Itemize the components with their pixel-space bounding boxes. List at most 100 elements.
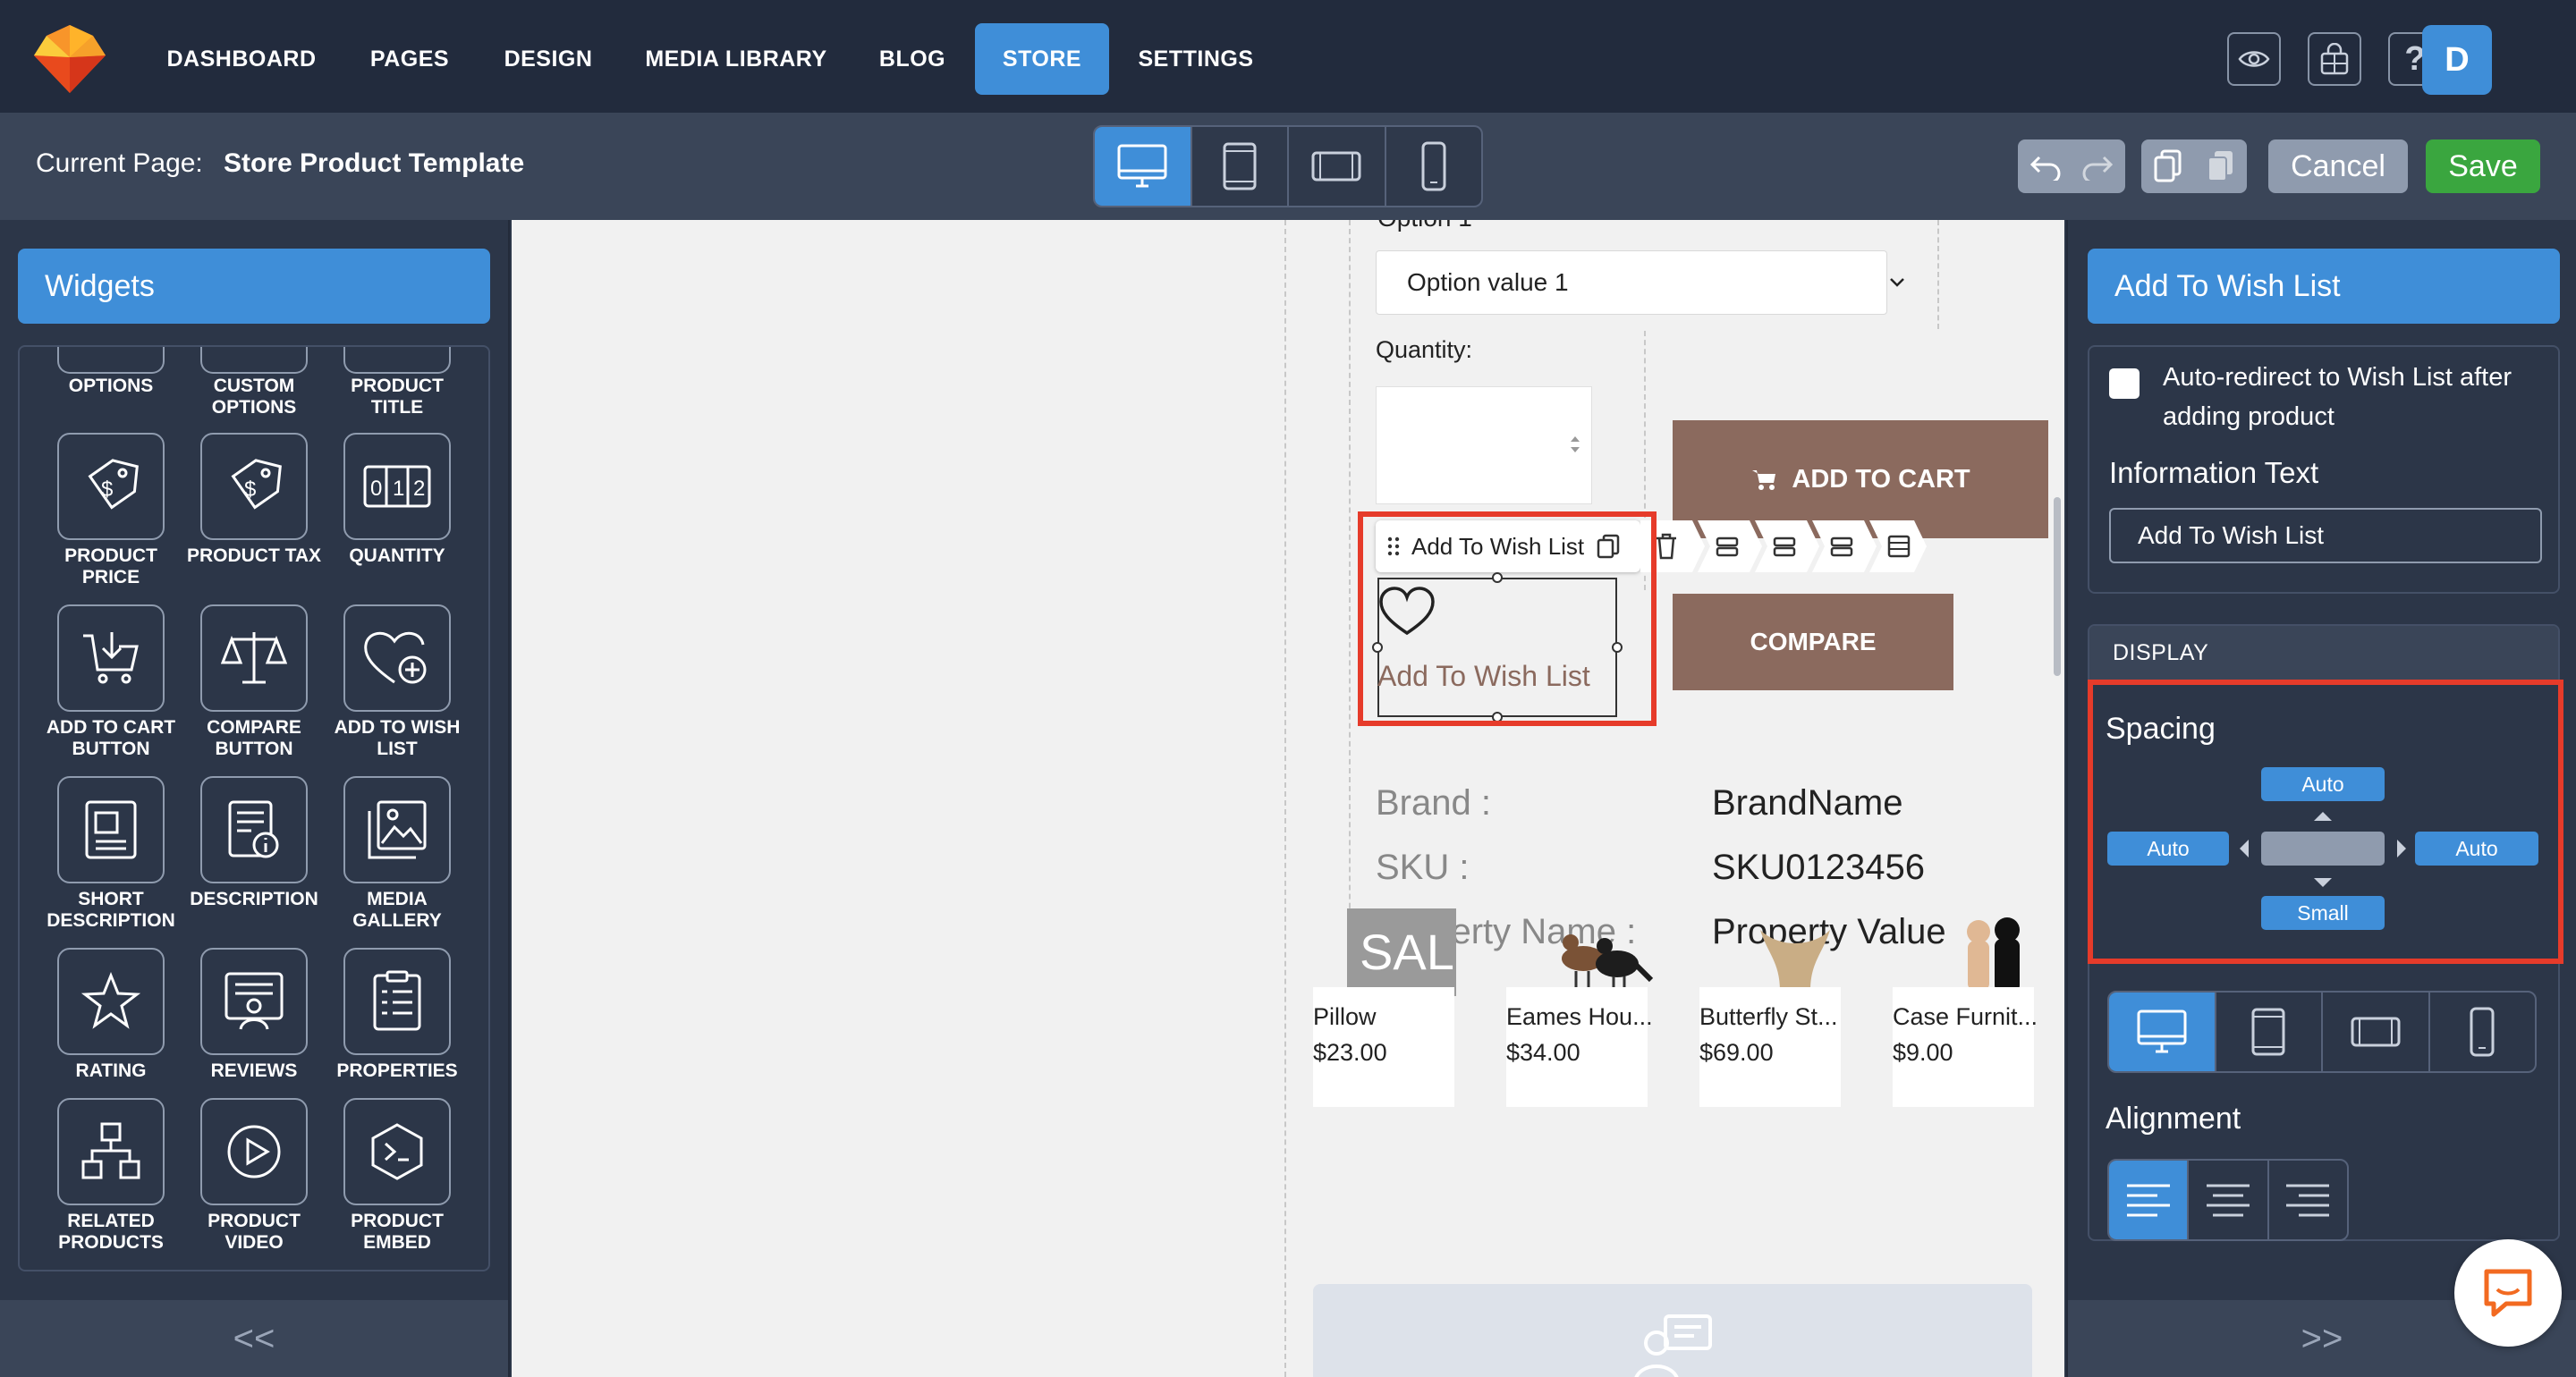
widget-settings-section: Auto-redirect to Wish List after adding … xyxy=(2088,345,2560,594)
compare-button[interactable]: COMPARE xyxy=(1673,594,1953,690)
widget-reviews[interactable]: REVIEWS xyxy=(182,948,326,1082)
desktop-icon xyxy=(1117,144,1167,188)
spacing-highlight xyxy=(2088,680,2563,964)
widget-properties[interactable]: PROPERTIES xyxy=(325,948,470,1082)
align-left-button[interactable] xyxy=(2109,1161,2190,1239)
tax-tag-icon: $ xyxy=(231,459,282,510)
widget-related-products[interactable]: RELATED PRODUCTS xyxy=(38,1098,183,1254)
nav-store[interactable]: STORE xyxy=(975,23,1109,95)
cart-icon xyxy=(1752,470,1776,490)
widget-custom-options[interactable]: CUSTOM OPTIONS xyxy=(182,370,326,418)
auto-redirect-checkbox[interactable] xyxy=(2109,368,2140,399)
widget-product-price[interactable]: $ PRODUCT PRICE xyxy=(38,433,183,588)
widget-product-title[interactable]: PRODUCT TITLE xyxy=(325,370,470,418)
widget-options[interactable]: OPTIONS xyxy=(38,370,183,397)
current-page-name[interactable]: Store Product Template xyxy=(224,148,524,179)
nav-dashboard[interactable]: DASHBOARD xyxy=(161,23,322,95)
document-icon xyxy=(85,800,137,859)
widget-label: PRODUCT TITLE xyxy=(351,376,444,418)
copy-icon[interactable] xyxy=(2141,149,2194,183)
review-placeholder-icon xyxy=(1634,1314,1712,1377)
nav-media-library[interactable]: MEDIA LIBRARY xyxy=(637,23,835,95)
alignment-group xyxy=(2107,1159,2349,1241)
display-device-mobile-button[interactable] xyxy=(2430,993,2536,1071)
quantity-input[interactable] xyxy=(1376,386,1592,504)
widget-product-video[interactable]: PRODUCT VIDEO xyxy=(182,1098,326,1254)
nav-blog[interactable]: BLOG xyxy=(864,23,961,95)
widget-compare-button[interactable]: COMPARE BUTTON xyxy=(182,604,326,760)
stepper-arrows-icon[interactable] xyxy=(1568,432,1582,457)
product-name[interactable]: Case Furnit... xyxy=(1893,1003,2039,1031)
properties-panel-title: Add To Wish List xyxy=(2088,249,2560,324)
page-canvas[interactable]: Option 1 Option value 1 Quantity: ADD TO… xyxy=(512,220,2064,1377)
widget-quantity[interactable]: 012 QUANTITY xyxy=(325,433,470,567)
app-logo[interactable] xyxy=(30,21,109,97)
product-price: $69.00 xyxy=(1699,1039,1774,1066)
column-guide xyxy=(1937,220,1939,329)
product-name[interactable]: Butterfly St... xyxy=(1699,1003,1846,1031)
auto-redirect-label[interactable]: Auto-redirect to Wish List after adding … xyxy=(2163,358,2547,436)
spacing-bottom-icon[interactable] xyxy=(1830,535,1853,558)
chevron-down-icon xyxy=(1890,278,1904,287)
widget-media-gallery[interactable]: MEDIA GALLERY xyxy=(325,776,470,932)
chat-support-button[interactable] xyxy=(2454,1239,2562,1347)
svg-text:$: $ xyxy=(101,477,113,502)
nav-pages[interactable]: PAGES xyxy=(356,23,463,95)
undo-redo-group xyxy=(2018,139,2125,193)
collapse-left-panel-button[interactable]: << xyxy=(0,1300,508,1377)
display-device-switcher xyxy=(2107,991,2537,1073)
device-tablet-portrait-button[interactable] xyxy=(1192,127,1289,206)
information-text-input[interactable]: Add To Wish List xyxy=(2109,508,2542,563)
sale-banner-text: SAL xyxy=(1347,908,1456,996)
widget-rating[interactable]: RATING xyxy=(38,948,183,1082)
spacing-top-icon[interactable] xyxy=(1716,535,1739,558)
display-device-tablet-landscape-button[interactable] xyxy=(2323,993,2430,1071)
align-right-button[interactable] xyxy=(2269,1161,2347,1239)
add-to-cart-label: ADD TO CART xyxy=(1792,464,1970,494)
cancel-button[interactable]: Cancel xyxy=(2268,139,2408,193)
display-device-tablet-portrait-button[interactable] xyxy=(2216,993,2323,1071)
align-left-icon xyxy=(2126,1184,2170,1217)
display-device-desktop-button[interactable] xyxy=(2109,993,2216,1071)
undo-icon[interactable] xyxy=(2018,152,2072,181)
layout-icon[interactable] xyxy=(1887,535,1911,558)
star-icon xyxy=(81,972,140,1029)
widget-product-embed[interactable]: PRODUCT EMBED xyxy=(325,1098,470,1254)
widget-description[interactable]: DESCRIPTION xyxy=(182,776,326,910)
reviews-placeholder-block[interactable] xyxy=(1313,1284,2032,1377)
device-switcher xyxy=(1093,125,1483,207)
nav-design[interactable]: DESIGN xyxy=(492,23,605,95)
paste-icon[interactable] xyxy=(2194,149,2247,183)
product-image-pillow[interactable]: SAL xyxy=(1338,908,1479,1000)
site-lock-button[interactable] xyxy=(2308,32,2361,86)
review-icon xyxy=(225,972,284,1030)
spacing-middle-icon[interactable] xyxy=(1773,535,1796,558)
device-desktop-button[interactable] xyxy=(1095,127,1192,206)
widget-add-to-wish-list[interactable]: ADD TO WISH LIST xyxy=(325,604,470,760)
preview-button[interactable] xyxy=(2227,32,2281,86)
cart-download-icon xyxy=(83,632,139,684)
product-image-butterfly-stool[interactable] xyxy=(1724,908,1866,1000)
widgets-list[interactable]: OPTIONS CUSTOM OPTIONS PRODUCT TITLE $ P… xyxy=(18,345,490,1271)
device-mobile-button[interactable] xyxy=(1386,127,1482,206)
redo-icon[interactable] xyxy=(2072,152,2125,181)
option-select[interactable]: Option value 1 xyxy=(1376,250,1887,315)
widget-add-to-cart-button[interactable]: ADD TO CART BUTTON xyxy=(38,604,183,760)
align-center-icon xyxy=(2206,1184,2250,1217)
product-name[interactable]: Eames Hou... xyxy=(1506,1003,1653,1031)
product-image-case-furniture[interactable] xyxy=(1918,908,2059,1000)
widget-product-tax[interactable]: $ PRODUCT TAX xyxy=(182,433,326,567)
widget-label: QUANTITY xyxy=(349,545,445,566)
display-section-header[interactable]: DISPLAY xyxy=(2089,626,2558,680)
user-avatar[interactable]: D xyxy=(2422,25,2492,95)
delete-icon[interactable] xyxy=(1655,533,1678,560)
align-center-button[interactable] xyxy=(2189,1161,2269,1239)
device-tablet-landscape-button[interactable] xyxy=(1289,127,1386,206)
save-button[interactable]: Save xyxy=(2426,139,2540,193)
product-image-eames-house-bird[interactable] xyxy=(1531,908,1673,1000)
widget-short-description[interactable]: SHORT DESCRIPTION xyxy=(38,776,183,932)
product-name[interactable]: Pillow xyxy=(1313,1003,1460,1031)
canvas-scrollbar[interactable] xyxy=(2054,497,2061,676)
nav-settings[interactable]: SETTINGS xyxy=(1129,23,1263,95)
list-icon xyxy=(373,970,421,1031)
